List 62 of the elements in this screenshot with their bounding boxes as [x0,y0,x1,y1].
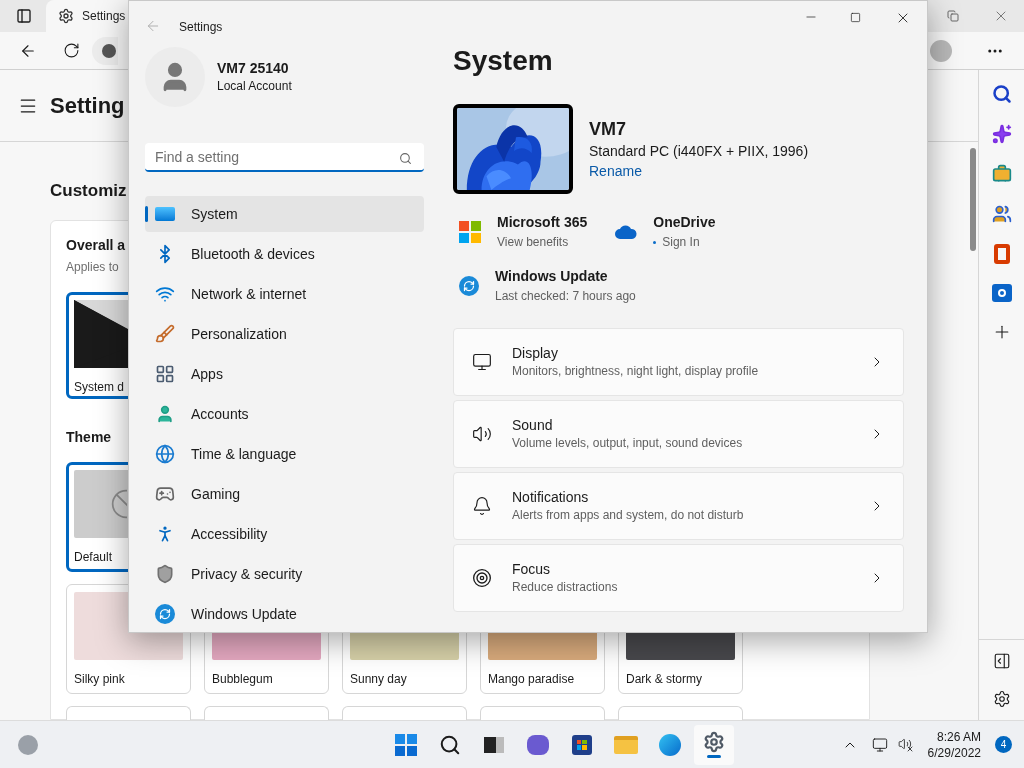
search-field[interactable]: Find a setting [145,143,424,172]
settings-card[interactable]: Display Monitors, brightness, night light, display profile [453,328,904,396]
card-title: Focus [512,560,551,579]
clock-date: 6/29/2022 [927,744,981,761]
nav-label: Bluetooth & devices [191,244,315,264]
quick-link-title[interactable]: Microsoft 365 [497,212,588,232]
nav-label: Privacy & security [191,564,303,584]
nav-item[interactable]: Personalization [145,316,424,352]
nav-item[interactable]: Network & internet [145,276,424,312]
nav-item[interactable]: System [145,196,424,232]
card-subtitle: Applies to [66,259,119,276]
quick-link-subtitle: Last checked: 7 hours ago [495,288,636,305]
nav-label: Gaming [191,484,241,504]
device-name: VM7 [589,118,626,141]
notification-badge[interactable]: 4 [995,736,1012,753]
window-title: Settings [179,19,223,36]
nav-label: Time & language [191,444,297,464]
browser-tab[interactable]: Settings [46,0,128,32]
nav-item[interactable]: Accessibility [145,516,424,552]
theme-label: Mango paradise [488,671,575,688]
tab-title: Settings [82,8,126,25]
account-name: VM7 25140 [217,59,289,77]
mode-label: System d [74,379,124,396]
clock-time: 8:26 AM [936,728,981,745]
theme-label: Bubblegum [212,671,273,688]
quick-link-title[interactable]: Windows Update [495,266,608,286]
theme-heading: Theme [66,428,112,447]
rename-link[interactable]: Rename [589,161,642,181]
quick-link-title[interactable]: OneDrive [653,212,716,232]
settings-card[interactable]: Focus Reduce distractions [453,544,904,612]
nav-label: Network & internet [191,284,307,304]
card-title: Sound [512,416,553,435]
quick-link-subtitle: View benefits [497,234,569,251]
theme-label: Default [74,549,113,566]
page-title: System [453,44,553,78]
nav-item[interactable]: Bluetooth & devices [145,236,424,272]
section-heading: Customiz [50,180,127,202]
card-title: Overall a [66,236,126,255]
theme-label: Silky pink [74,671,125,688]
card-subtitle: Monitors, brightness, night light, display profile [512,363,759,380]
card-title: Display [512,344,558,363]
page-heading: Setting [50,92,125,120]
card-subtitle: Alerts from apps and system, do not disturb [512,507,744,524]
nav-label: Personalization [191,324,287,344]
clock[interactable]: 8:26 AM 6/29/2022 [927,728,981,761]
nav-item[interactable]: Time & language [145,436,424,472]
nav-item[interactable]: Apps [145,356,424,392]
card-subtitle: Volume levels, output, input, sound devices [512,435,743,452]
nav-item[interactable]: Accounts [145,396,424,432]
device-model: Standard PC (i440FX + PIIX, 1996) [589,142,809,161]
nav-label: Accessibility [191,524,268,544]
nav-label: Apps [191,364,223,384]
nav-label: System [191,204,238,224]
theme-label: Sunny day [350,671,407,688]
settings-card[interactable]: Notifications Alerts from apps and system, do not disturb [453,472,904,540]
account-type: Local Account [217,78,292,95]
theme-label: Dark & stormy [626,671,702,688]
nav-item[interactable]: Gaming [145,476,424,512]
settings-card[interactable]: Sound Volume levels, output, input, sound devices [453,400,904,468]
card-title: Notifications [512,488,589,507]
nav-label: Accounts [191,404,249,424]
quick-link-subtitle: Sign In [662,234,700,251]
